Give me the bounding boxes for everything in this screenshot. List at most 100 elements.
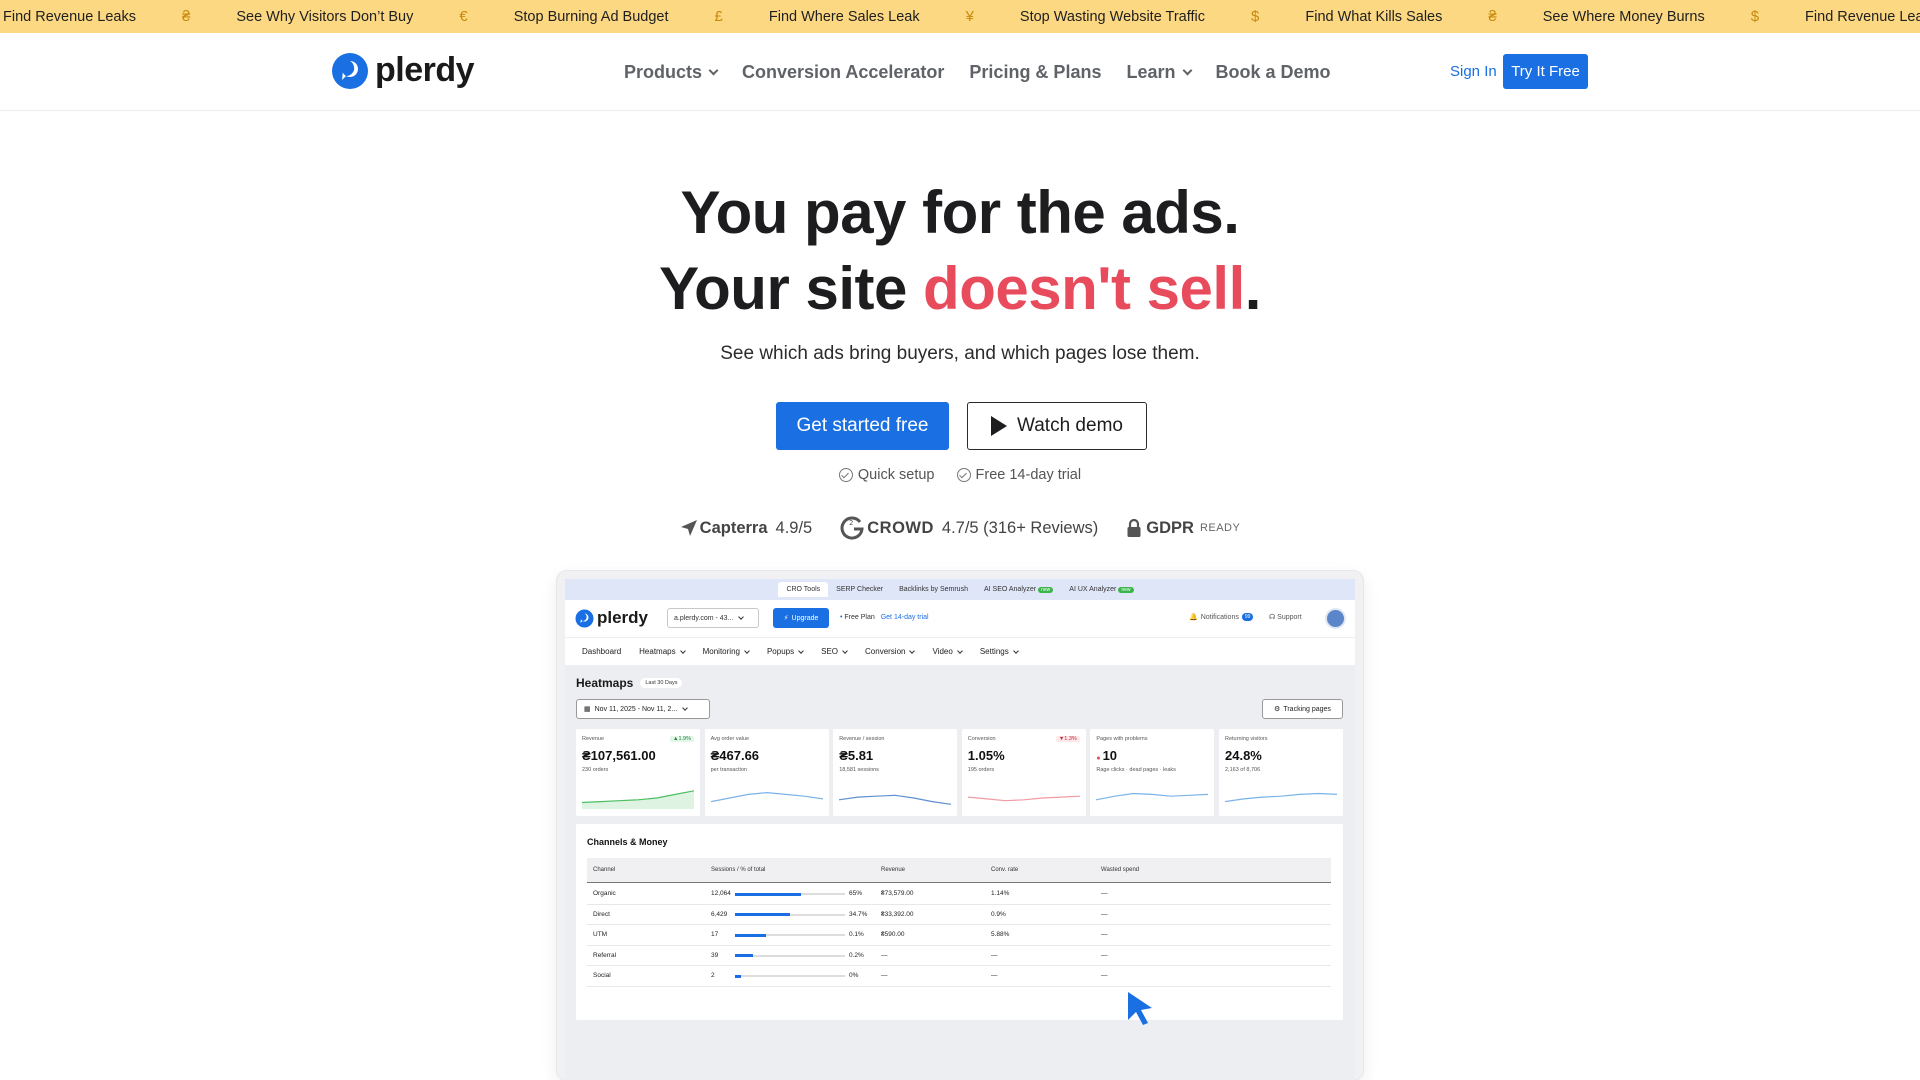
sparkline-line (967, 795, 1080, 802)
chevron-down-icon (956, 647, 963, 654)
nav-item-learn[interactable]: Learn (1126, 61, 1192, 83)
headset-icon: ☊ (1269, 614, 1276, 621)
tool-tab[interactable]: CRO Tools (778, 582, 829, 597)
table-cell-sessions: 39 (711, 951, 719, 959)
support-button[interactable]: ☊ Support (1269, 613, 1302, 621)
tool-tab[interactable]: Backlinks by Semrush (891, 582, 976, 597)
tool-tab[interactable]: AI UX Analyzer new (1061, 582, 1141, 597)
currency-icon: ₴ (1488, 8, 1497, 25)
site-select[interactable]: a.plerdy.com - 43... (667, 608, 759, 628)
chevron-down-icon (682, 705, 689, 711)
get-started-button[interactable]: Get started free (776, 402, 949, 450)
ticker-text: Stop Wasting Website Traffic (1019, 8, 1206, 25)
ticker-text: Find Where Sales Leak (768, 8, 920, 25)
dashboard-heading: Heatmaps Last 30 Days (576, 676, 683, 690)
watch-demo-button[interactable]: Watch demo (967, 402, 1147, 450)
date-range-picker[interactable]: ▦ Nov 11, 2025 - Nov 11, 2... (576, 699, 710, 719)
table-header: Channel Sessions / % of total Revenue Conv.… (587, 858, 1331, 883)
table-cell-channel: Organic (593, 890, 616, 897)
table-row[interactable]: Social 2 — — — 0% (587, 966, 1331, 987)
sessions-bar-fill (735, 954, 753, 957)
hero-subtitle: See which ads bring buyers, and which pa… (720, 343, 1200, 364)
table-cell-channel: Social (593, 972, 611, 979)
table-cell-pct: 65% (849, 890, 863, 897)
hero-title-line2-suffix: . (1244, 255, 1262, 322)
dashboard-nav-label: Video (932, 647, 953, 656)
dashboard-nav-item[interactable]: Heatmaps (639, 647, 686, 656)
ticker-text: Find Revenue Leaks (3, 8, 136, 25)
check-quick-setup: Quick setup (838, 467, 935, 483)
nav-item-products[interactable]: Products (624, 62, 719, 83)
sign-in-link[interactable]: Sign In (1450, 63, 1497, 80)
kpi-card[interactable]: Pages with problems ● 10 Rage clicks · dea… (1090, 729, 1215, 816)
logo[interactable]: plerdy (331, 51, 475, 90)
upgrade-button[interactable]: ⚡ Upgrade (773, 608, 829, 628)
kpi-card[interactable]: Revenue / session ₴5.81 18,581 sessions (833, 729, 958, 816)
plerdy-logo-icon (575, 609, 594, 627)
ticker-item: Find Revenue Leaks ₴ (3, 8, 236, 25)
kpi-card[interactable]: Returning visitors 24.8% 2,163 of 8,706 (1219, 729, 1343, 816)
dashboard-nav-item[interactable]: Monitoring (702, 647, 750, 656)
avatar[interactable] (1325, 608, 1346, 629)
dashboard-nav-item[interactable]: Video (932, 647, 963, 656)
table-cell-conv: 5.88% (991, 931, 1010, 938)
dashboard-nav-item[interactable]: SEO (821, 647, 848, 656)
ticker-track: Find Revenue Leaks ₴ See Why Visitors Don’… (3, 0, 1920, 33)
kpi-value-text: 1.05% (967, 748, 1005, 763)
trial-link[interactable]: Get 14-day trial (881, 614, 929, 621)
kpi-sub: 18,581 sessions (839, 767, 879, 773)
dashboard-nav-item[interactable]: Popups (767, 647, 804, 656)
dashboard-nav-item[interactable]: Conversion (865, 647, 916, 656)
dashboard-nav-item[interactable]: Settings (980, 647, 1019, 656)
table-cell-sessions: 2 (711, 972, 715, 979)
ticker-text: See Why Visitors Don’t Buy (236, 8, 414, 25)
kpi-value: ● 10 (1096, 748, 1117, 763)
nav-item-label: Learn (1126, 61, 1176, 82)
ticker-item: Find What Kills Sales ₴ (1305, 8, 1542, 25)
sessions-bar (735, 933, 845, 937)
kpi-card[interactable]: Revenue ▲1.9% ₴107,561.00 230 orders (576, 729, 700, 816)
kpi-value: ₴467.66 (711, 748, 759, 763)
table-row[interactable]: Direct 6,429 ₴33,392.00 0.9% — 34.7% (587, 905, 1331, 925)
nav-item-book-a-demo[interactable]: Book a Demo (1216, 62, 1331, 83)
chevron-down-icon (679, 647, 686, 654)
bell-icon: 🔔 (1189, 614, 1198, 621)
ticker-text: See Where Money Burns (1542, 8, 1705, 25)
table-cell-wasted: — (1101, 972, 1108, 979)
table-row[interactable]: Organic 12,064 ₴73,579.00 1.14% — 65% (587, 884, 1331, 905)
table-row[interactable]: UTM 17 ₴590.00 5.88% — 0.1% (587, 925, 1331, 946)
try-free-button[interactable]: Try It Free (1503, 54, 1588, 89)
nav-item-pricing-plans[interactable]: Pricing & Plans (969, 62, 1101, 83)
tool-tab[interactable]: AI SEO Analyzer new (976, 582, 1061, 597)
table-cell-sessions: 6,429 (711, 910, 728, 918)
dashboard-frame: CRO Tools SERP Checker Backlinks by Semrus… (565, 579, 1355, 1080)
check-label: Quick setup (857, 467, 935, 483)
dashboard-nav-item[interactable]: Dashboard (582, 647, 621, 656)
tracking-pages-button[interactable]: ⚙ Tracking pages (1262, 699, 1343, 719)
dashboard-logo[interactable]: plerdy (575, 608, 648, 628)
table-column-header: Sessions / % of total (711, 867, 766, 873)
ticker-item: See Why Visitors Don’t Buy € (236, 8, 513, 25)
tool-tab[interactable]: SERP Checker (828, 582, 891, 597)
table-cell-sessions: 17 (711, 931, 719, 938)
table-cell-revenue: ₴73,579.00 (881, 890, 914, 897)
tool-tab-label: SERP Checker (836, 586, 884, 593)
sessions-bar-fill (735, 974, 741, 978)
dashboard-nav-label: Dashboard (582, 647, 622, 656)
notifications-button[interactable]: 🔔 Notifications 99 (1189, 613, 1254, 621)
table-title: Channels & Money (587, 837, 668, 847)
kpi-card[interactable]: Conversion ▼1.3% 1.05% 195 orders (961, 729, 1086, 816)
table-row[interactable]: Referral 39 — — — 0.2% (587, 946, 1331, 966)
table-cell-wasted: — (1101, 910, 1108, 918)
kpi-value: ₴107,561.00 (582, 748, 656, 763)
kpi-value: 24.8% (1225, 748, 1262, 763)
kpi-card[interactable]: Avg order value ₴467.66 per transaction (704, 729, 829, 816)
kpi-label: Returning visitors (1225, 736, 1268, 742)
table-cell-revenue: — (881, 972, 888, 979)
dashboard-nav-label: Monitoring (702, 647, 740, 656)
currency-icon: £ (714, 8, 723, 25)
new-badge: new (1118, 587, 1134, 593)
currency-icon: $ (1750, 8, 1760, 25)
nav-item-conversion-accelerator[interactable]: Conversion Accelerator (742, 62, 944, 83)
table-cell-channel: Referral (593, 951, 617, 959)
